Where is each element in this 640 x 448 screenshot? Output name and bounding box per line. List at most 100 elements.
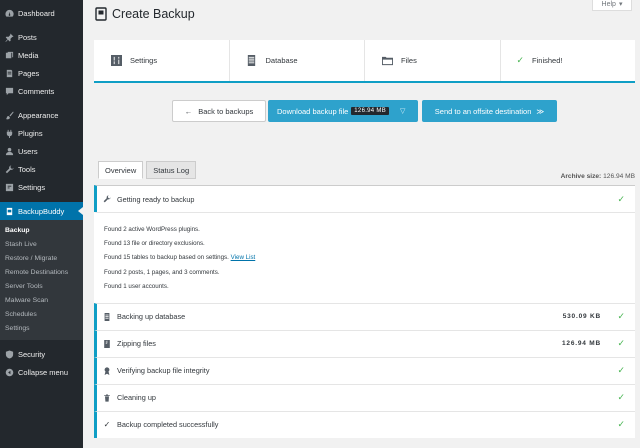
log-details: Found 2 active WordPress plugins. Found … <box>94 212 635 303</box>
shield-icon <box>4 350 14 360</box>
button-label: Back to backups <box>198 106 254 116</box>
sidebar-item-label: Appearance <box>18 110 59 120</box>
media-icon <box>4 50 14 60</box>
sidebar-item-plugins[interactable]: Plugins <box>0 124 83 142</box>
brush-icon <box>4 110 14 120</box>
log-size: 126.94 MB <box>562 340 601 348</box>
download-backup-button[interactable]: Download backup file 126.94 MB ▽ <box>268 100 418 122</box>
award-icon <box>102 367 112 375</box>
sidebar-item-label: Security <box>18 350 46 360</box>
chevrons-right-icon: ≫ <box>536 106 545 116</box>
file-size-badge: 126.94 MB <box>351 107 390 115</box>
step-label: Settings <box>130 56 158 65</box>
detail-line: Found 1 user accounts. <box>104 282 169 290</box>
plug-icon <box>4 128 14 138</box>
checkmark-icon: ✓ <box>103 420 111 430</box>
help-label: Help <box>601 0 616 8</box>
zip-file-icon <box>102 339 112 348</box>
wrench-icon <box>4 164 14 174</box>
submenu-item-server-tools[interactable]: Server Tools <box>0 279 83 293</box>
sidebar-item-label: Dashboard <box>18 8 55 18</box>
log-row-verifying: Verifying backup file integrity ✓ <box>94 356 635 384</box>
chevron-down-icon: ▾ <box>618 1 623 8</box>
backupbuddy-icon <box>4 206 14 216</box>
button-label: Download backup file <box>277 106 349 116</box>
trash-icon <box>102 394 112 402</box>
sidebar-item-backupbuddy[interactable]: BackupBuddy <box>0 202 83 220</box>
sidebar-item-label: Collapse menu <box>18 368 69 378</box>
submenu-item-restore-migrate[interactable]: Restore / Migrate <box>0 251 83 265</box>
log-label: Zipping files <box>117 339 156 349</box>
archive-size-value: 126.94 MB <box>603 173 635 180</box>
backupbuddy-submenu: Backup Stash Live Restore / Migrate Remo… <box>0 220 83 340</box>
step-label: Files <box>401 56 417 65</box>
dashboard-icon <box>4 8 14 18</box>
sidebar-item-settings[interactable]: Settings <box>0 178 83 196</box>
submenu-item-schedules[interactable]: Schedules <box>0 308 83 322</box>
button-label: Send to an offsite destination <box>434 106 532 116</box>
sidebar-item-appearance[interactable]: Appearance <box>0 106 83 124</box>
step-label: Finished! <box>532 56 563 65</box>
submenu-item-stash-live[interactable]: Stash Live <box>0 237 83 251</box>
sidebar-item-comments[interactable]: Comments <box>0 82 83 100</box>
sidebar-item-label: BackupBuddy <box>18 206 65 216</box>
collapse-menu-button[interactable]: Collapse menu <box>0 364 83 382</box>
submenu-item-settings[interactable]: Settings <box>0 322 83 336</box>
sidebar-item-label: Posts <box>18 32 37 42</box>
sidebar-item-posts[interactable]: Posts <box>0 28 83 46</box>
settings-icon <box>4 182 14 192</box>
detail-line: Found 2 posts, 1 pages, and 3 comments. <box>104 268 220 276</box>
log-row-preparing: Getting ready to backup ✓ <box>94 185 635 212</box>
detail-line-tables: Found 15 tables to backup based on setti… <box>104 254 635 268</box>
detail-line: Found 2 active WordPress plugins. <box>104 226 200 233</box>
log-label: Cleaning up <box>117 393 156 403</box>
checkmark-icon: ✓ <box>516 55 525 65</box>
detail-text: Found 15 tables to backup based on setti… <box>104 254 229 262</box>
log-label: Getting ready to backup <box>117 194 195 204</box>
log-row-completed: ✓ Backup completed successfully ✓ <box>94 410 635 438</box>
sidebar-item-dashboard[interactable]: Dashboard <box>0 4 83 22</box>
checkmark-icon: ✓ <box>617 338 625 349</box>
wrench-icon <box>102 195 112 203</box>
checkmark-icon: ✓ <box>617 193 625 204</box>
step-finished: ✓ Finished! <box>501 40 636 81</box>
sidebar-item-label: Users <box>18 146 38 156</box>
checkmark-icon: ✓ <box>617 419 625 430</box>
pin-icon <box>4 32 14 42</box>
backup-file-icon <box>95 7 107 21</box>
send-offsite-button[interactable]: Send to an offsite destination ≫ <box>422 100 557 122</box>
admin-sidebar: Dashboard Posts Media Pages Comments App… <box>0 0 83 448</box>
log-row-zipping: Zipping files 126.94 MB ✓ <box>94 329 635 357</box>
tab-overview[interactable]: Overview <box>98 161 144 179</box>
sidebar-item-tools[interactable]: Tools <box>0 160 83 178</box>
sidebar-item-label: Tools <box>18 164 36 174</box>
back-to-backups-button[interactable]: ← Back to backups <box>172 100 266 122</box>
tab-bar: Overview Status Log <box>98 161 197 179</box>
sidebar-item-pages[interactable]: Pages <box>0 64 83 82</box>
sliders-icon <box>110 55 122 67</box>
view-list-link[interactable]: View List <box>231 254 256 261</box>
sidebar-item-label: Comments <box>18 86 55 96</box>
page-title: Create Backup <box>95 7 195 21</box>
backup-steps: Settings Database Files ✓ Finished! <box>94 40 635 83</box>
submenu-item-backup[interactable]: Backup <box>0 223 83 237</box>
download-arrow-icon: ▽ <box>400 108 406 115</box>
submenu-item-remote-destinations[interactable]: Remote Destinations <box>0 265 83 279</box>
database-icon <box>246 55 258 67</box>
help-tab[interactable]: Help ▾ <box>592 0 632 11</box>
log-label: Backup completed successfully <box>117 420 219 430</box>
log-label: Backing up database <box>117 312 186 322</box>
step-database: Database <box>230 40 365 81</box>
log-row-cleaning: Cleaning up ✓ <box>94 383 635 411</box>
step-label: Database <box>265 56 298 65</box>
sidebar-item-security[interactable]: Security <box>0 346 83 364</box>
checkmark-icon: ✓ <box>617 311 625 322</box>
sidebar-item-media[interactable]: Media <box>0 46 83 64</box>
sidebar-item-label: Media <box>18 50 39 60</box>
tab-status-log[interactable]: Status Log <box>146 161 197 179</box>
archive-size: Archive size: 126.94 MB <box>561 173 635 180</box>
checkmark-icon: ✓ <box>617 392 625 403</box>
arrow-left-icon: ← <box>184 106 193 116</box>
sidebar-item-users[interactable]: Users <box>0 142 83 160</box>
submenu-item-malware-scan[interactable]: Malware Scan <box>0 293 83 307</box>
